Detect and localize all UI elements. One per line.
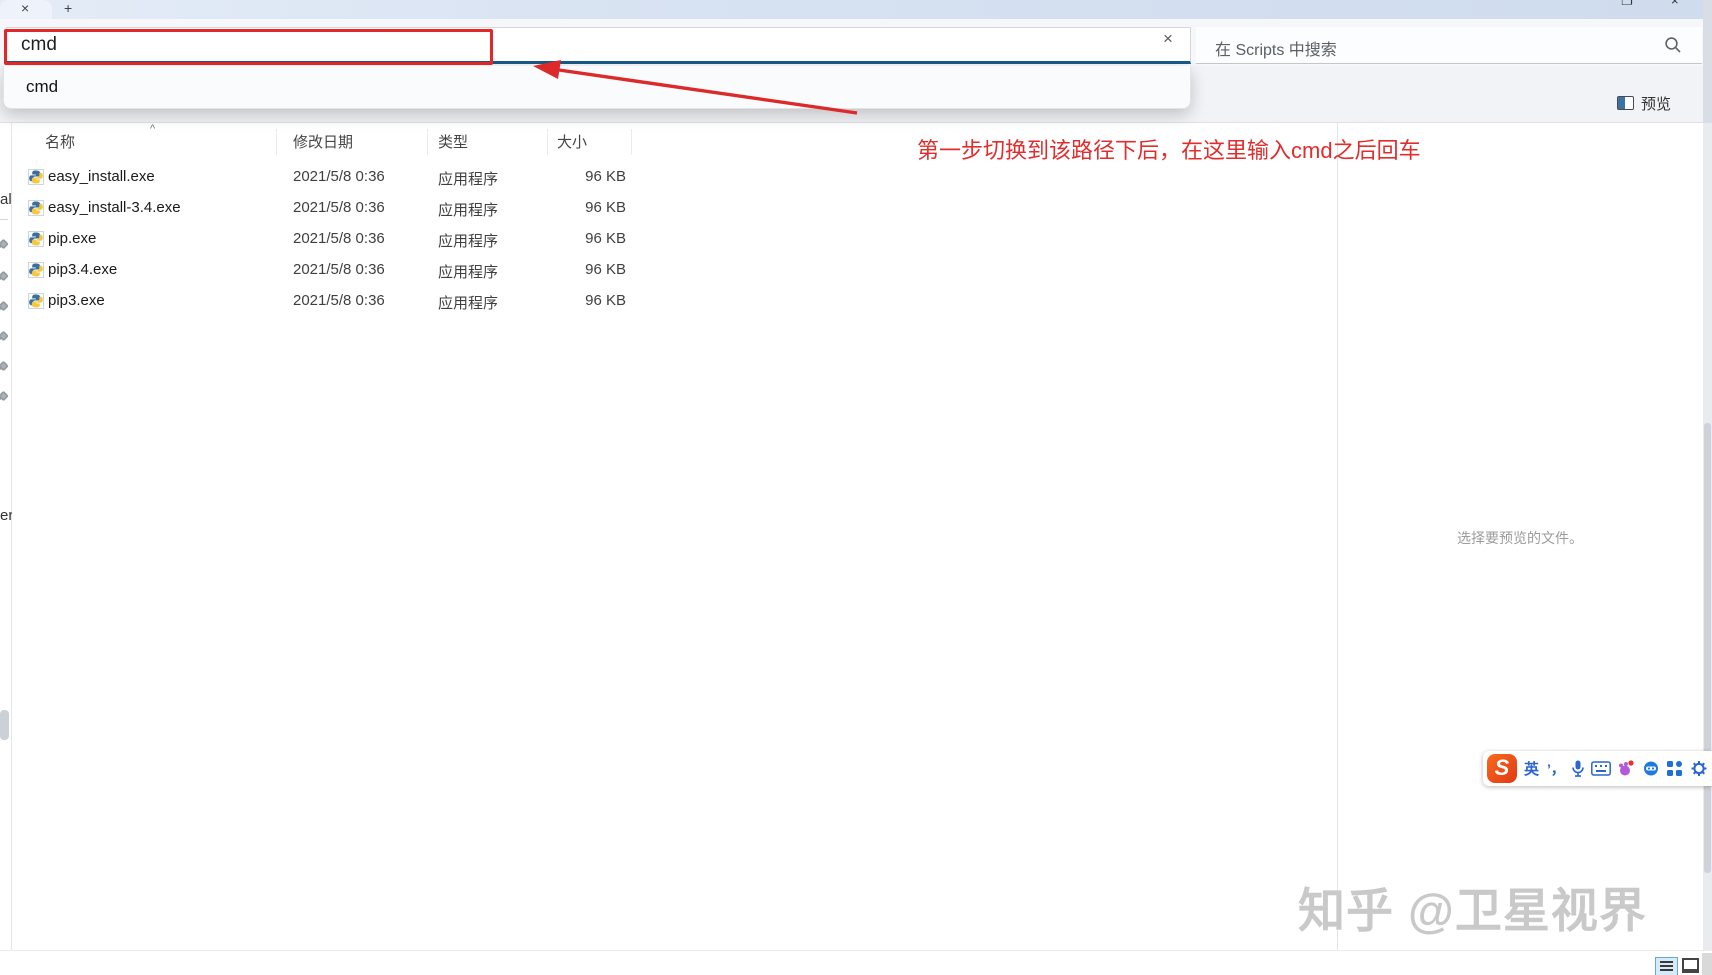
search-icon[interactable] xyxy=(1664,36,1682,54)
pin-icon xyxy=(0,270,9,284)
python-file-icon xyxy=(28,169,44,185)
python-file-icon xyxy=(28,262,44,278)
nav-scrollbar-thumb[interactable] xyxy=(0,710,9,740)
pin-icon xyxy=(0,300,9,314)
file-name: easy_install-3.4.exe xyxy=(48,199,181,216)
pin-icon xyxy=(0,360,9,374)
column-divider[interactable] xyxy=(631,129,632,155)
file-size: 96 KB xyxy=(520,261,626,278)
pin-icon xyxy=(0,390,9,404)
file-row[interactable]: pip3.exe 2021/5/8 0:36 应用程序 96 KB xyxy=(12,286,1337,317)
maximize-icon[interactable]: ❐ xyxy=(1621,0,1633,7)
file-row[interactable]: pip.exe 2021/5/8 0:36 应用程序 96 KB xyxy=(12,224,1337,255)
address-suggestion-dropdown: cmd xyxy=(3,66,1191,109)
sogou-logo-icon[interactable]: S xyxy=(1487,754,1517,783)
annotation-step-text: 第一步切换到该路径下后，在这里输入cmd之后回车 xyxy=(917,133,1421,165)
new-tab-icon[interactable]: + xyxy=(64,1,72,15)
file-date: 2021/5/8 0:36 xyxy=(293,261,385,278)
ime-language-mode[interactable]: 英 xyxy=(1524,751,1539,786)
pin-icon xyxy=(0,330,9,344)
skin-theme-icon[interactable] xyxy=(1617,751,1635,786)
apps-grid-icon[interactable] xyxy=(1667,751,1682,786)
python-file-icon xyxy=(28,200,44,216)
watermark: 知乎 @卫星视界 xyxy=(1298,872,1647,941)
status-bar xyxy=(0,950,1712,975)
column-divider[interactable] xyxy=(276,129,277,155)
settings-gear-icon[interactable] xyxy=(1691,751,1707,786)
address-bar-input[interactable]: cmd xyxy=(6,27,1191,64)
pin-icon xyxy=(0,238,9,252)
nav-divider-line xyxy=(0,219,8,220)
file-name: easy_install.exe xyxy=(48,168,155,185)
python-file-icon xyxy=(28,231,44,247)
suggestion-item-cmd[interactable]: cmd xyxy=(4,66,1190,107)
address-row: cmd × 在 Scripts 中搜索 xyxy=(0,19,1712,66)
search-input[interactable]: 在 Scripts 中搜索 xyxy=(1196,27,1702,64)
file-date: 2021/5/8 0:36 xyxy=(293,199,385,216)
file-size: 96 KB xyxy=(520,168,626,185)
column-header-type[interactable]: 类型 xyxy=(438,131,468,152)
file-date: 2021/5/8 0:36 xyxy=(293,168,385,185)
file-row[interactable]: easy_install-3.4.exe 2021/5/8 0:36 应用程序 96 … xyxy=(12,193,1337,224)
file-name: pip.exe xyxy=(48,230,96,247)
ime-punctuation-mode[interactable]: ’， xyxy=(1547,751,1565,786)
nav-item-fragment-bottom[interactable]: er xyxy=(0,507,12,524)
file-explorer-window: × + ❐ × cmd × 在 Scripts 中搜索 预览 cmd al xyxy=(0,0,1712,975)
python-file-icon xyxy=(28,293,44,309)
search-placeholder: 在 Scripts 中搜索 xyxy=(1215,36,1337,60)
file-type: 应用程序 xyxy=(438,168,498,189)
sort-ascending-icon: ^ xyxy=(150,123,155,135)
file-row[interactable]: easy_install.exe 2021/5/8 0:36 应用程序 96 KB xyxy=(12,162,1337,193)
column-header-name[interactable]: 名称 xyxy=(45,131,75,152)
preview-pane-hint: 选择要预览的文件。 xyxy=(1337,528,1703,548)
nav-item-fragment-top[interactable]: al xyxy=(0,191,12,208)
preview-pane-toggle[interactable]: 预览 xyxy=(1617,92,1671,114)
column-divider[interactable] xyxy=(427,129,428,155)
window-edge xyxy=(1703,0,1712,123)
address-bar-value: cmd xyxy=(21,34,57,56)
column-header-size[interactable]: 大小 xyxy=(557,131,587,152)
close-tab-icon[interactable]: × xyxy=(21,1,29,15)
window-corner xyxy=(1702,953,1712,975)
ime-toolbar: S 英 ’， xyxy=(1483,751,1712,786)
split-pane-icon xyxy=(1617,96,1634,110)
scrollbar-thumb[interactable] xyxy=(1704,423,1711,873)
file-row[interactable]: pip3.4.exe 2021/5/8 0:36 应用程序 96 KB xyxy=(12,255,1337,286)
file-name: pip3.4.exe xyxy=(48,261,117,278)
file-type: 应用程序 xyxy=(438,230,498,251)
preview-toggle-label: 预览 xyxy=(1641,93,1671,114)
column-header-date[interactable]: 修改日期 xyxy=(293,131,353,152)
tab-bar: × + ❐ × xyxy=(0,0,1712,19)
column-divider[interactable] xyxy=(547,129,548,155)
microphone-icon[interactable] xyxy=(1571,751,1585,786)
robot-assistant-icon[interactable] xyxy=(1643,751,1659,786)
file-size: 96 KB xyxy=(520,230,626,247)
address-clear-icon[interactable]: × xyxy=(1157,28,1179,50)
file-size: 96 KB xyxy=(520,292,626,309)
file-date: 2021/5/8 0:36 xyxy=(293,230,385,247)
keyboard-icon[interactable] xyxy=(1591,751,1611,786)
file-type: 应用程序 xyxy=(438,292,498,313)
large-icons-view-icon[interactable] xyxy=(1682,958,1699,973)
file-name: pip3.exe xyxy=(48,292,105,309)
details-view-icon[interactable] xyxy=(1655,957,1678,975)
file-type: 应用程序 xyxy=(438,261,498,282)
close-window-icon[interactable]: × xyxy=(1671,0,1679,7)
main-content: al er 名称 ^ 修改日期 类型 大小 easy_install.exe 20… xyxy=(0,123,1712,950)
file-type: 应用程序 xyxy=(438,199,498,220)
file-date: 2021/5/8 0:36 xyxy=(293,292,385,309)
file-size: 96 KB xyxy=(520,199,626,216)
